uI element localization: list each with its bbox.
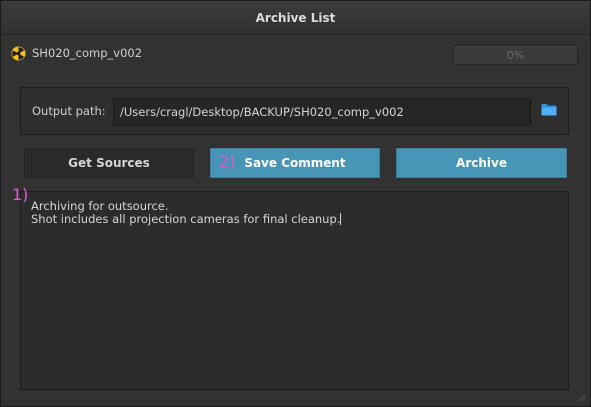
comment-line-2: Shot includes all projection cameras for… — [31, 212, 341, 226]
comment-textarea[interactable]: Archiving for outsource. Shot includes a… — [20, 191, 569, 390]
get-sources-button[interactable]: Get Sources — [24, 148, 194, 178]
output-path-input[interactable] — [113, 98, 531, 126]
output-path-label: Output path: — [32, 104, 106, 118]
text-caret — [340, 213, 342, 225]
folder-icon[interactable] — [541, 103, 557, 116]
annotation-2: 2) — [219, 152, 236, 171]
title-bar: Archive List — [1, 1, 590, 35]
archive-list-window: Archive List SH020_comp_v002 0% Output p… — [0, 0, 591, 407]
resize-grip-icon[interactable] — [578, 394, 586, 402]
comp-row: SH020_comp_v002 — [11, 44, 142, 62]
window-title: Archive List — [255, 10, 336, 25]
nuke-icon — [11, 45, 26, 61]
comment-line-2-wrap: Shot includes all projection cameras for… — [31, 213, 558, 226]
comp-name: SH020_comp_v002 — [32, 46, 143, 60]
progress-bar: 0% — [453, 45, 578, 65]
archive-button[interactable]: Archive — [396, 148, 567, 178]
save-comment-button[interactable]: Save Comment — [210, 148, 380, 178]
progress-label: 0% — [506, 48, 525, 62]
output-path-group: Output path: — [20, 87, 569, 135]
annotation-1: 1) — [12, 185, 29, 204]
